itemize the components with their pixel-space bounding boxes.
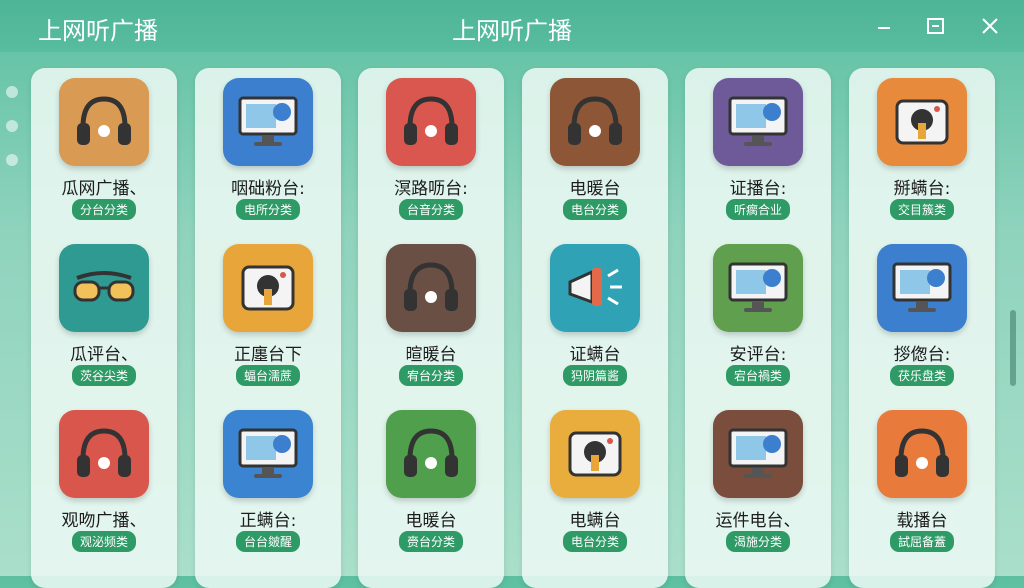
station-card[interactable]: 证螨台 犸阴篇酱 (522, 234, 668, 400)
category-badge[interactable]: 宥台分类 (398, 365, 464, 386)
close-icon (982, 18, 998, 34)
station-card[interactable]: 瓜评台、 茨谷尖类 (31, 234, 177, 400)
station-label: 咽础粉台: (231, 179, 305, 199)
category-badge[interactable]: 电所分类 (235, 199, 301, 220)
category-badge[interactable]: 宕台禍类 (725, 365, 791, 386)
monitor-icon (713, 244, 803, 332)
station-label: 正廛台下 (234, 345, 302, 365)
category-badge[interactable]: 茯乐盘类 (889, 365, 955, 386)
station-card[interactable]: 咽础粉台: 电所分类 (195, 68, 341, 234)
category-badge[interactable]: 赍台分类 (398, 531, 464, 552)
station-label: 溟路呖台: (394, 179, 468, 199)
station-card[interactable]: 电螨台 电台分类 (522, 400, 668, 566)
category-badge[interactable]: 电台分类 (562, 199, 628, 220)
station-label: 电螨台 (569, 511, 621, 531)
station-label: 电暖台 (569, 179, 621, 199)
headphones-icon (550, 78, 640, 166)
station-card[interactable]: 溟路呖台: 台音分类 (358, 68, 504, 234)
station-label: 正螨台: (239, 511, 297, 531)
scrollbar[interactable] (1008, 60, 1018, 570)
station-column: 咽础粉台: 电所分类 正廛台下 蝠台濡蔗 正螨台: 台台皴醒 (195, 68, 341, 588)
scrollbar-thumb[interactable] (1010, 310, 1016, 386)
category-badge[interactable]: 茨谷尖类 (71, 365, 137, 386)
station-card[interactable]: 正螨台: 台台皴醒 (195, 400, 341, 566)
station-label: 瓜评台、 (70, 345, 138, 365)
station-label: 电暖台 (405, 511, 457, 531)
close-button[interactable] (976, 12, 1004, 40)
station-column: 电暖台 电台分类 证螨台 犸阴篇酱 电螨台 电台分类 (522, 68, 668, 588)
station-column: 瓜网广播、 分台分类 瓜评台、 茨谷尖类 观吻广播、 观泌频类 (31, 68, 177, 588)
headphones-icon (386, 244, 476, 332)
station-label: 证播台: (729, 179, 787, 199)
radio-icon (550, 410, 640, 498)
category-badge[interactable]: 試屈备蓋 (889, 531, 955, 552)
category-badge[interactable]: 渴施分类 (725, 531, 791, 552)
station-column: 证播台: 听瘸合业 安评台: 宕台禍类 运件电台、 渴施分类 (685, 68, 831, 588)
station-card[interactable]: 载播台 試屈备蓋 (849, 400, 995, 566)
monitor-icon (223, 410, 313, 498)
rail-dot-icon[interactable] (6, 120, 18, 132)
monitor-icon (713, 78, 803, 166)
headphones-icon (59, 410, 149, 498)
station-card[interactable]: 证播台: 听瘸合业 (685, 68, 831, 234)
station-card[interactable]: 拶偬台: 茯乐盘类 (849, 234, 995, 400)
station-column: 掰螨台: 交目簇类 拶偬台: 茯乐盘类 载播台 試屈备蓋 (849, 68, 995, 588)
station-card[interactable]: 瓜网广播、 分台分类 (31, 68, 177, 234)
maximize-button[interactable] (922, 12, 950, 40)
station-label: 观吻广播、 (61, 511, 147, 531)
headphones-icon (386, 78, 476, 166)
maximize-icon (927, 18, 944, 34)
headphones-icon (59, 78, 149, 166)
station-column: 溟路呖台: 台音分类 暄暖台 宥台分类 电暖台 赍台分类 (358, 68, 504, 588)
category-badge[interactable]: 犸阴篇酱 (562, 365, 628, 386)
station-card[interactable]: 掰螨台: 交目簇类 (849, 68, 995, 234)
station-label: 瓜网广播、 (61, 179, 147, 199)
megaphone-icon (550, 244, 640, 332)
category-badge[interactable]: 蝠台濡蔗 (235, 365, 301, 386)
headphones-icon (877, 410, 967, 498)
station-label: 安评台: (729, 345, 787, 365)
category-badge[interactable]: 电台分类 (562, 531, 628, 552)
station-label: 载播台 (896, 511, 948, 531)
rail-dot-icon[interactable] (6, 86, 18, 98)
title-bar: 上网听广播 上网听广播 (0, 0, 1024, 52)
station-label: 运件电台、 (715, 511, 801, 531)
category-badge[interactable]: 分台分类 (71, 199, 137, 220)
radio-icon (223, 244, 313, 332)
monitor-icon (877, 244, 967, 332)
rail-dot-icon[interactable] (6, 154, 18, 166)
minimize-icon (878, 27, 890, 29)
category-badge[interactable]: 听瘸合业 (725, 199, 791, 220)
category-badge[interactable]: 观泌频类 (71, 531, 137, 552)
category-badge[interactable]: 交目簇类 (889, 199, 955, 220)
station-label: 证螨台 (569, 345, 621, 365)
station-label: 拶偬台: (893, 345, 951, 365)
sunglasses-icon (59, 244, 149, 332)
radio-icon (877, 78, 967, 166)
station-card[interactable]: 运件电台、 渴施分类 (685, 400, 831, 566)
category-badge[interactable]: 台音分类 (398, 199, 464, 220)
minimize-button[interactable] (870, 12, 898, 40)
station-card[interactable]: 观吻广播、 观泌频类 (31, 400, 177, 566)
station-label: 暄暖台 (405, 345, 457, 365)
station-card[interactable]: 电暖台 赍台分类 (358, 400, 504, 566)
left-rail (0, 76, 24, 196)
station-card[interactable]: 正廛台下 蝠台濡蔗 (195, 234, 341, 400)
monitor-icon (223, 78, 313, 166)
station-card[interactable]: 暄暖台 宥台分类 (358, 234, 504, 400)
category-badge[interactable]: 台台皴醒 (235, 531, 301, 552)
monitor-icon (713, 410, 803, 498)
station-label: 掰螨台: (893, 179, 951, 199)
station-card[interactable]: 电暖台 电台分类 (522, 68, 668, 234)
station-card[interactable]: 安评台: 宕台禍类 (685, 234, 831, 400)
headphones-icon (386, 410, 476, 498)
